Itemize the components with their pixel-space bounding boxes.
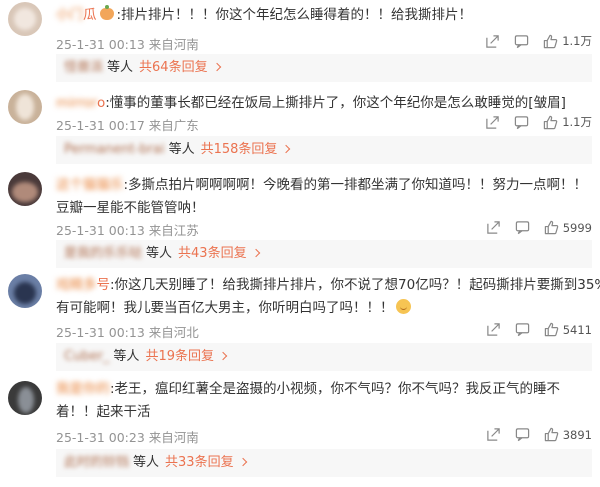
- reply-deng: 等人: [113, 349, 140, 364]
- reply-summary[interactable]: 此时的铃铛 等人 共33条回复: [56, 449, 592, 477]
- reply-summary[interactable]: Permanent-brai 等人 共158条回复: [56, 136, 592, 164]
- comment-icon[interactable]: [514, 34, 529, 49]
- like-icon[interactable]: [544, 427, 559, 442]
- chevron-right-icon: [212, 62, 221, 72]
- like-count: 1.1万: [562, 115, 592, 129]
- chevron-right-icon: [282, 144, 291, 154]
- comment-actions: 1.1万: [471, 114, 592, 130]
- like-count: 1.1万: [562, 34, 592, 48]
- crying-face-icon: [395, 299, 411, 314]
- reply-count[interactable]: 共33条回复: [165, 455, 234, 470]
- comment-meta: 25-1-31 00:13 来自河南: [56, 37, 199, 52]
- reply-summary[interactable]: 是我的乐乐哒 等人 共43条回复: [56, 240, 592, 268]
- reply-username[interactable]: 怪兽派: [64, 60, 103, 75]
- avatar[interactable]: [8, 2, 42, 36]
- comment-item: 戏精多号:你这几天别睡了！给我撕排片排片，你不说了想70亿吗？！起码撕排片要撕到…: [0, 270, 600, 371]
- comment-icon[interactable]: [515, 220, 530, 235]
- comment-text: :懂事的董事长都已经在饭局上撕排片了，你这个年纪你是怎么敢睡觉的[皱眉]: [105, 95, 566, 111]
- like-icon[interactable]: [543, 34, 558, 49]
- chevron-right-icon: [238, 457, 247, 467]
- like-icon[interactable]: [544, 220, 559, 235]
- comment-icon[interactable]: [515, 322, 530, 337]
- like-count: 3891: [562, 427, 592, 442]
- avatar[interactable]: [8, 172, 42, 206]
- avatar[interactable]: [8, 274, 42, 308]
- comment-meta: 25-1-31 00:13 来自河北: [56, 325, 199, 340]
- comment-username[interactable]: mirror: [56, 95, 97, 111]
- like-icon[interactable]: [544, 322, 559, 337]
- like-icon[interactable]: [543, 115, 558, 130]
- reply-deng: 等人: [133, 455, 160, 470]
- comment-text-continued: 豆瓣一星能不能管管呐！: [56, 200, 205, 216]
- comment-meta: 25-1-31 00:17 来自广东: [56, 118, 199, 133]
- comment-text: :排片排片！！！你这个年纪怎么睡得着的！！给我撕排片！: [116, 7, 473, 23]
- share-icon[interactable]: [485, 34, 500, 49]
- reply-deng: 等人: [107, 60, 134, 75]
- reply-username[interactable]: Permanent-brai: [64, 142, 165, 157]
- comment-text-continued: 着！！起来干活: [56, 404, 151, 420]
- comment-icon[interactable]: [514, 115, 529, 130]
- avatar[interactable]: [8, 381, 42, 415]
- reply-summary[interactable]: Cuber_ 等人 共19条回复: [56, 343, 592, 371]
- reply-summary[interactable]: 怪兽派 等人 共64条回复: [56, 54, 592, 82]
- comment-text: :你这几天别睡了！给我撕排片排片，你不说了想70亿吗？！起码撕排片要撕到35%才: [110, 277, 600, 293]
- comment-username[interactable]: 戏精多: [56, 277, 97, 293]
- comment-actions: 3891: [472, 427, 592, 442]
- share-icon[interactable]: [486, 427, 501, 442]
- reply-username[interactable]: Cuber_: [64, 349, 109, 364]
- comment-actions: 5999: [472, 220, 592, 235]
- comment-actions: 5411: [472, 322, 592, 337]
- chevron-right-icon: [218, 351, 228, 361]
- comment-text: :老王，瘟印红薯全是盗摄的小视频，你不气吗？你不气吗？我反正气的睡不: [110, 381, 561, 397]
- comment-item: 我是你的:老王，瘟印红薯全是盗摄的小视频，你不气吗？你不气吗？我反正气的睡不 着…: [0, 375, 600, 487]
- reply-count[interactable]: 共158条回复: [201, 142, 278, 157]
- comment-username-suffix[interactable]: 号: [97, 277, 111, 293]
- comment-username-suffix[interactable]: 瓜: [83, 7, 97, 23]
- comment-meta: 25-1-31 00:13 来自江苏: [56, 223, 199, 238]
- comment-text-continued: 有可能啊！我儿要当百亿大男主，你听明白吗了吗！！！: [56, 300, 394, 316]
- comment-username[interactable]: 小门: [56, 7, 83, 23]
- comment-icon[interactable]: [515, 427, 530, 442]
- comment-item: 这个猫猫乐:多撕点拍片啊啊啊啊！今晚看的第一排都坐满了你知道吗！！努力一点啊！！…: [0, 168, 600, 268]
- comment-item: 小门瓜 :排片排片！！！你这个年纪怎么睡得着的！！给我撕排片！ 25-1-31 0…: [0, 0, 600, 82]
- comment-actions: 1.1万: [471, 33, 592, 49]
- reply-count[interactable]: 共19条回复: [145, 349, 214, 364]
- comment-username[interactable]: 这个猫猫乐: [56, 177, 124, 193]
- comment-item: mirroro:懂事的董事长都已经在饭局上撕排片了，你这个年纪你是怎么敢睡觉的[…: [0, 88, 600, 168]
- comment-meta: 25-1-31 00:23 来自河南: [56, 430, 199, 445]
- share-icon[interactable]: [486, 220, 501, 235]
- reply-count[interactable]: 共43条回复: [178, 246, 247, 261]
- share-icon[interactable]: [485, 115, 500, 130]
- comment-text: :多撕点拍片啊啊啊啊！今晚看的第一排都坐满了你知道吗！！努力一点啊！！: [123, 177, 588, 193]
- comment-username[interactable]: 我是你的: [56, 381, 110, 397]
- reply-username[interactable]: 此时的铃铛: [64, 455, 129, 470]
- reply-username[interactable]: 是我的乐乐哒: [64, 246, 142, 261]
- fruit-badge-icon: [99, 5, 114, 20]
- comment-username-suffix[interactable]: o: [97, 95, 105, 111]
- share-icon[interactable]: [486, 322, 501, 337]
- reply-count[interactable]: 共64条回复: [139, 60, 208, 75]
- reply-deng: 等人: [168, 142, 195, 157]
- like-count: 5999: [562, 220, 592, 235]
- reply-deng: 等人: [146, 246, 173, 261]
- chevron-right-icon: [251, 248, 260, 258]
- avatar[interactable]: [8, 90, 42, 124]
- like-count: 5411: [562, 322, 592, 337]
